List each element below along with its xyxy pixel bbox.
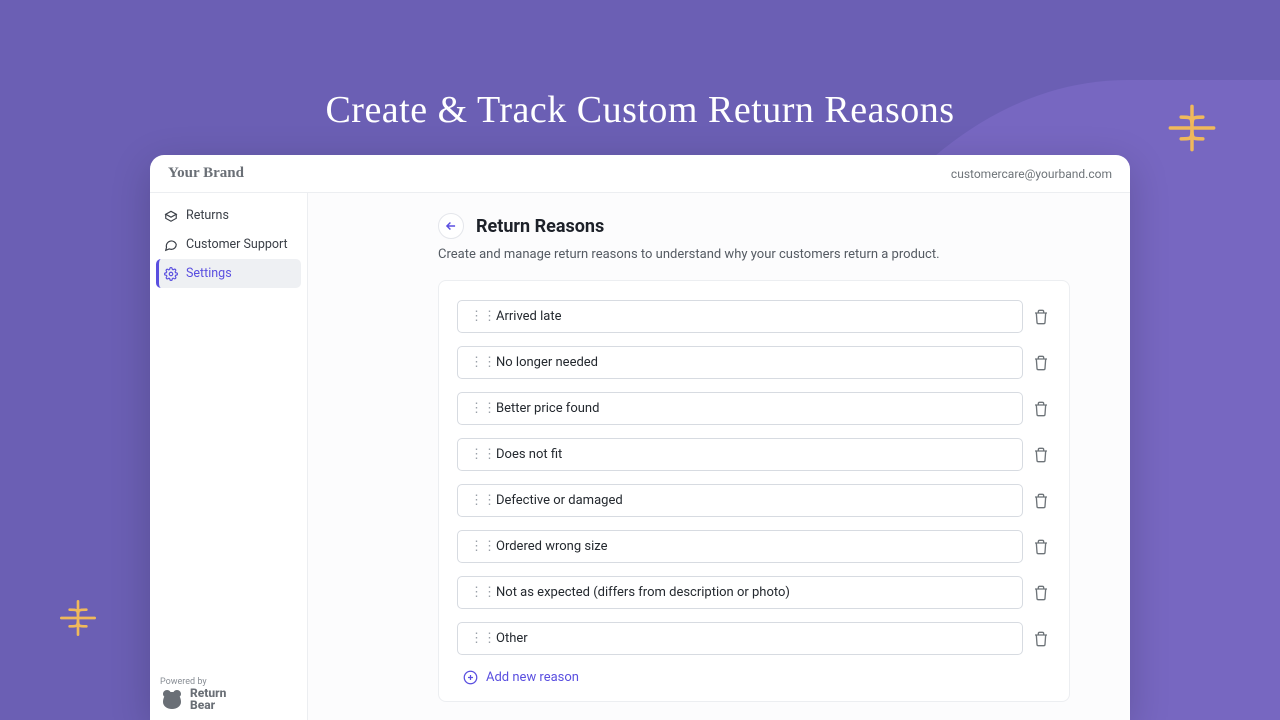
sidebar: Returns Customer Support Settings Powere… bbox=[150, 193, 308, 720]
reason-row: ⋮⋮ Not as expected (differs from descript… bbox=[457, 573, 1051, 612]
drag-handle-icon[interactable]: ⋮⋮ bbox=[470, 355, 486, 370]
drag-handle-icon[interactable]: ⋮⋮ bbox=[470, 309, 486, 324]
reason-text: Ordered wrong size bbox=[496, 539, 607, 554]
delete-reason-button[interactable] bbox=[1033, 401, 1051, 417]
chat-icon bbox=[164, 238, 178, 252]
reason-row: ⋮⋮ Ordered wrong size bbox=[457, 527, 1051, 566]
trash-icon bbox=[1033, 585, 1049, 601]
add-reason-button[interactable]: Add new reason bbox=[457, 670, 1051, 685]
star-decoration-icon bbox=[58, 598, 98, 638]
reason-text: Better price found bbox=[496, 401, 599, 416]
drag-handle-icon[interactable]: ⋮⋮ bbox=[470, 493, 486, 508]
reason-text: Does not fit bbox=[496, 447, 562, 462]
sidebar-item-label: Returns bbox=[186, 208, 229, 223]
delete-reason-button[interactable] bbox=[1033, 539, 1051, 555]
drag-handle-icon[interactable]: ⋮⋮ bbox=[470, 631, 486, 646]
sidebar-item-label: Settings bbox=[186, 266, 232, 281]
reason-text: Arrived late bbox=[496, 309, 562, 324]
trash-icon bbox=[1033, 493, 1049, 509]
delete-reason-button[interactable] bbox=[1033, 493, 1051, 509]
sidebar-item-label: Customer Support bbox=[186, 237, 288, 252]
reason-input[interactable]: ⋮⋮ Better price found bbox=[457, 392, 1023, 425]
reason-text: Other bbox=[496, 631, 528, 646]
page-description: Create and manage return reasons to unde… bbox=[438, 247, 1070, 262]
drag-handle-icon[interactable]: ⋮⋮ bbox=[470, 539, 486, 554]
reason-row: ⋮⋮ Arrived late bbox=[457, 297, 1051, 336]
back-button[interactable] bbox=[438, 213, 464, 239]
delete-reason-button[interactable] bbox=[1033, 585, 1051, 601]
reason-input[interactable]: ⋮⋮ Ordered wrong size bbox=[457, 530, 1023, 563]
reason-text: No longer needed bbox=[496, 355, 598, 370]
delete-reason-button[interactable] bbox=[1033, 309, 1051, 325]
trash-icon bbox=[1033, 401, 1049, 417]
account-email: customercare@yourband.com bbox=[951, 167, 1112, 181]
reason-input[interactable]: ⋮⋮ Not as expected (differs from descript… bbox=[457, 576, 1023, 609]
drag-handle-icon[interactable]: ⋮⋮ bbox=[470, 401, 486, 416]
trash-icon bbox=[1033, 631, 1049, 647]
page-title: Return Reasons bbox=[476, 216, 604, 237]
returnbear-logo-icon bbox=[160, 688, 184, 710]
reason-text: Not as expected (differs from descriptio… bbox=[496, 585, 790, 600]
trash-icon bbox=[1033, 309, 1049, 325]
main-content: Return Reasons Create and manage return … bbox=[308, 193, 1130, 720]
reason-input[interactable]: ⋮⋮ Other bbox=[457, 622, 1023, 655]
reason-text: Defective or damaged bbox=[496, 493, 623, 508]
reason-row: ⋮⋮ Better price found bbox=[457, 389, 1051, 428]
add-reason-label: Add new reason bbox=[486, 670, 579, 685]
trash-icon bbox=[1033, 539, 1049, 555]
drag-handle-icon[interactable]: ⋮⋮ bbox=[470, 447, 486, 462]
reason-row: ⋮⋮ Defective or damaged bbox=[457, 481, 1051, 520]
reason-row: ⋮⋮ No longer needed bbox=[457, 343, 1051, 382]
trash-icon bbox=[1033, 355, 1049, 371]
box-return-icon bbox=[164, 209, 178, 223]
sidebar-item-customer-support[interactable]: Customer Support bbox=[156, 230, 301, 259]
delete-reason-button[interactable] bbox=[1033, 631, 1051, 647]
reason-row: ⋮⋮ Other bbox=[457, 619, 1051, 658]
reason-input[interactable]: ⋮⋮ No longer needed bbox=[457, 346, 1023, 379]
gear-icon bbox=[164, 267, 178, 281]
sidebar-item-returns[interactable]: Returns bbox=[156, 201, 301, 230]
topbar: Your Brand customercare@yourband.com bbox=[150, 155, 1130, 193]
reason-input[interactable]: ⋮⋮ Defective or damaged bbox=[457, 484, 1023, 517]
drag-handle-icon[interactable]: ⋮⋮ bbox=[470, 585, 486, 600]
reason-input[interactable]: ⋮⋮ Arrived late bbox=[457, 300, 1023, 333]
reasons-card: ⋮⋮ Arrived late ⋮⋮ No longer needed ⋮⋮ Better… bbox=[438, 280, 1070, 702]
sidebar-item-settings[interactable]: Settings bbox=[156, 259, 301, 288]
brand-name: Your Brand bbox=[168, 165, 244, 182]
powered-by: Powered by ReturnBear bbox=[156, 669, 301, 712]
arrow-left-icon bbox=[444, 219, 458, 233]
reason-input[interactable]: ⋮⋮ Does not fit bbox=[457, 438, 1023, 471]
trash-icon bbox=[1033, 447, 1049, 463]
plus-circle-icon bbox=[463, 670, 478, 685]
delete-reason-button[interactable] bbox=[1033, 447, 1051, 463]
reason-row: ⋮⋮ Does not fit bbox=[457, 435, 1051, 474]
app-window: Your Brand customercare@yourband.com Ret… bbox=[150, 155, 1130, 720]
delete-reason-button[interactable] bbox=[1033, 355, 1051, 371]
hero-title: Create & Track Custom Return Reasons bbox=[0, 88, 1280, 132]
